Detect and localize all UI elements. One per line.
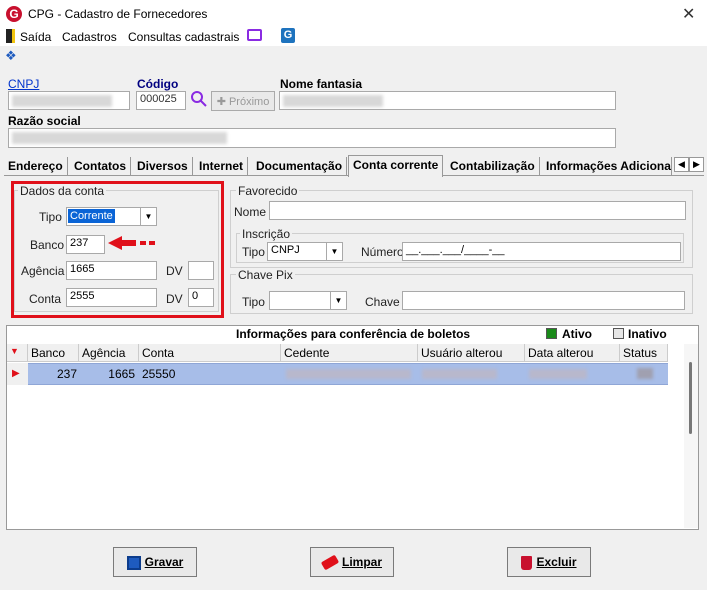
pix-tipo-combo[interactable]: ▼ — [269, 291, 347, 310]
ativo-legend-swatch — [546, 328, 557, 339]
codigo-label: Código — [137, 77, 179, 91]
row-status — [637, 368, 653, 379]
row-data-alterou — [529, 369, 587, 379]
row-usuario-alterou — [422, 369, 497, 379]
menu-cadastros[interactable]: Cadastros — [62, 30, 117, 44]
gravar-label: Gravar — [144, 555, 184, 569]
col-data-alterou[interactable]: Data alterou — [525, 344, 620, 362]
row-conta: 25550 — [142, 367, 176, 381]
tab-documentacao[interactable]: Documentação — [252, 157, 348, 176]
eraser-icon — [320, 554, 340, 571]
red-arrow-annotation — [106, 234, 158, 252]
conta-dv-label: DV — [166, 292, 183, 306]
limpar-label: Limpar — [341, 555, 382, 569]
agencia-field[interactable]: 1665 — [66, 261, 157, 280]
tab-conta-corrente[interactable]: Conta corrente — [348, 155, 444, 177]
exit-door-icon — [6, 29, 15, 43]
gravar-button[interactable]: Gravar — [113, 547, 197, 577]
favorecido-title: Favorecido — [236, 184, 300, 198]
inscricao-tipo-value: CNPJ — [271, 244, 300, 256]
col-status[interactable]: Status — [620, 344, 668, 362]
proximo-button[interactable]: ✚ Próximo — [211, 91, 275, 111]
agencia-dv-label: DV — [166, 264, 183, 278]
razao-social-field[interactable] — [8, 128, 616, 148]
favorecido-nome-field[interactable] — [269, 201, 686, 220]
tab-diversos[interactable]: Diversos — [133, 157, 193, 176]
col-banco[interactable]: Banco — [28, 344, 79, 362]
sort-indicator-icon[interactable]: ▼ — [7, 344, 28, 362]
tab-scroll-right-icon[interactable]: ▶ — [689, 157, 704, 172]
plus-icon: ✚ — [216, 96, 229, 108]
numero-field[interactable]: __.___.___/____-__ — [402, 242, 681, 261]
inativo-label: Inativo — [628, 327, 667, 341]
numero-label: Número — [361, 245, 404, 259]
proximo-label: Próximo — [228, 96, 270, 108]
limpar-button[interactable]: Limpar — [310, 547, 394, 577]
search-icon[interactable] — [190, 90, 208, 108]
chave-label: Chave — [365, 295, 400, 309]
col-agencia[interactable]: Agência — [79, 344, 139, 362]
tipo-label: Tipo — [39, 210, 62, 224]
razao-social-label: Razão social — [8, 114, 81, 128]
trash-icon — [521, 555, 533, 570]
chave-field[interactable] — [402, 291, 685, 310]
nome-fantasia-field[interactable] — [279, 91, 616, 110]
close-icon[interactable]: ✕ — [682, 4, 695, 24]
inscricao-tipo-combo[interactable]: CNPJ ▼ — [267, 242, 343, 261]
row-cedente — [286, 369, 411, 379]
row-agencia: 1665 — [108, 367, 135, 381]
conta-label: Conta — [29, 292, 62, 306]
save-icon — [126, 555, 141, 570]
chevron-down-icon[interactable]: ▼ — [330, 292, 346, 309]
cnpj-label[interactable]: CNPJ — [8, 77, 39, 91]
monitor-icon[interactable] — [247, 29, 262, 41]
inscricao-title: Inscrição — [240, 227, 293, 241]
ativo-label: Ativo — [562, 327, 592, 341]
nome-fantasia-label: Nome fantasia — [280, 77, 363, 91]
app-shortcut-icon[interactable]: G — [281, 28, 295, 43]
pix-tipo-label: Tipo — [242, 295, 265, 309]
tab-endereco[interactable]: Endereço — [4, 157, 68, 176]
excluir-label: Excluir — [536, 555, 577, 569]
row-pointer-icon: ▶ — [7, 363, 28, 385]
tipo-value: Corrente — [68, 209, 115, 223]
codigo-field[interactable]: 000025 — [136, 91, 186, 110]
tab-contatos[interactable]: Contatos — [70, 157, 131, 176]
inativo-legend-swatch — [613, 328, 624, 339]
diamond-nav-icon[interactable]: ❖ — [5, 48, 17, 64]
boletos-title: Informações para conferência de boletos — [236, 327, 471, 341]
tab-contabilizacao[interactable]: Contabilização — [446, 157, 540, 176]
agencia-label: Agência — [21, 264, 65, 278]
excluir-button[interactable]: Excluir — [507, 547, 591, 577]
col-usuario-alterou[interactable]: Usuário alterou — [418, 344, 525, 362]
row-banco: 237 — [56, 367, 77, 381]
banco-label: Banco — [30, 238, 65, 252]
window-title: CPG - Cadastro de Fornecedores — [28, 7, 208, 21]
chevron-down-icon[interactable]: ▼ — [326, 243, 342, 260]
col-conta[interactable]: Conta — [139, 344, 281, 362]
menu-consultas-cadastrais[interactable]: Consultas cadastrais — [128, 30, 239, 44]
banco-field[interactable]: 237 — [66, 235, 105, 254]
nome-label: Nome — [234, 205, 267, 219]
tab-informacoes-adicionais[interactable]: Informações Adicionai — [542, 157, 672, 176]
inscricao-tipo-label: Tipo — [242, 245, 265, 259]
conta-dv-field[interactable]: 0 — [188, 288, 214, 307]
chevron-down-icon[interactable]: ▼ — [140, 208, 156, 225]
chave-pix-title: Chave Pix — [236, 268, 295, 282]
col-cedente[interactable]: Cedente — [281, 344, 418, 362]
conta-field[interactable]: 2555 — [66, 288, 157, 307]
tab-internet[interactable]: Internet — [195, 157, 249, 176]
tipo-combo[interactable]: Corrente ▼ — [66, 207, 157, 226]
menu-saida[interactable]: Saída — [20, 30, 51, 44]
grid-scrollbar-thumb[interactable] — [689, 362, 692, 434]
cnpj-field[interactable] — [8, 91, 130, 110]
agencia-dv-field[interactable] — [188, 261, 214, 280]
tab-scroll-left-icon[interactable]: ◀ — [674, 157, 689, 172]
app-logo-icon: G — [6, 6, 22, 22]
